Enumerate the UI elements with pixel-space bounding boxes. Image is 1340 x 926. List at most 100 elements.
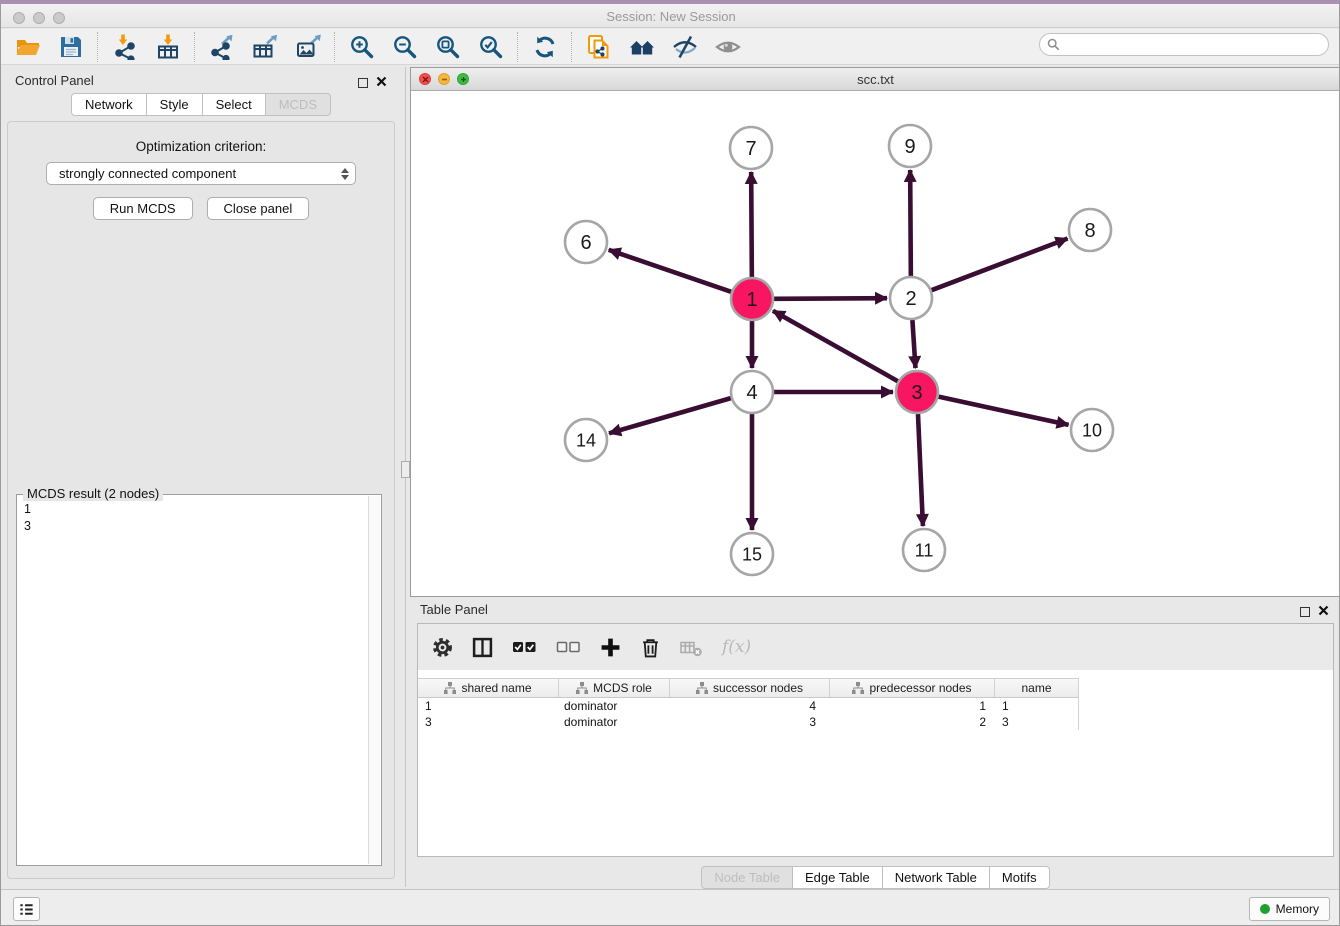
table-row[interactable]: 3 dominator 3 2 3 (418, 714, 1079, 730)
cell-mcds-role: dominator (559, 714, 670, 730)
edge-2-3[interactable] (912, 320, 915, 368)
edge-3-10[interactable] (938, 397, 1068, 425)
column-header-successor-nodes[interactable]: successor nodes (670, 679, 830, 697)
node-table-container: f(x) shared name MCDS role successor nod… (417, 623, 1334, 857)
table-row[interactable]: 1 dominator 4 1 1 (418, 698, 1079, 714)
select-all-icon[interactable] (512, 638, 537, 656)
edge-3-1[interactable] (773, 311, 898, 381)
show-eye-icon[interactable] (714, 33, 741, 60)
edge-1-7[interactable] (751, 172, 752, 277)
zoom-out-icon[interactable] (391, 33, 418, 60)
close-table-panel-icon[interactable] (1318, 603, 1329, 621)
graph-node-label-3: 3 (911, 382, 922, 404)
graph-node-label-6: 6 (580, 232, 591, 254)
select-stepper-icon (341, 168, 349, 180)
column-header-mcds-role[interactable]: MCDS role (559, 679, 670, 697)
cell-predecessor-nodes: 2 (830, 714, 995, 730)
graph-node-label-2: 2 (905, 288, 916, 310)
float-panel-icon[interactable] (358, 78, 368, 88)
function-builder-icon[interactable]: f(x) (722, 637, 751, 657)
table-panel-title: Table Panel (420, 602, 488, 617)
tab-node-table[interactable]: Node Table (701, 866, 793, 889)
zoom-in-icon[interactable] (348, 33, 375, 60)
graph-node-label-1: 1 (746, 289, 757, 311)
criterion-select[interactable]: strongly connected component (46, 162, 356, 185)
main-titlebar: Session: New Session (1, 1, 1340, 28)
column-header-name[interactable]: name (995, 679, 1079, 697)
table-toolbar: f(x) (418, 624, 1333, 670)
refresh-icon[interactable] (531, 33, 558, 60)
control-panel: Control Panel Network Style Select MCDS … (1, 67, 401, 887)
status-bar: Memory (1, 889, 1340, 926)
search-field[interactable] (1039, 33, 1329, 56)
graph-node-label-10: 10 (1082, 421, 1102, 441)
tab-motifs[interactable]: Motifs (990, 866, 1050, 889)
delete-table-icon[interactable] (680, 638, 703, 657)
graph-node-label-7: 7 (745, 138, 756, 160)
table-tabs: Node Table Edge Table Network Table Moti… (410, 866, 1340, 889)
edge-1-2[interactable] (774, 298, 887, 299)
column-header-predecessor-nodes[interactable]: predecessor nodes (830, 679, 995, 697)
result-scrollbar[interactable] (368, 496, 380, 864)
add-column-icon[interactable] (600, 637, 621, 658)
network-file-title: scc.txt (411, 72, 1340, 87)
session-title: Session: New Session (1, 9, 1340, 24)
home-apps-icon[interactable] (628, 33, 655, 60)
hide-eye-icon[interactable] (671, 33, 698, 60)
open-session-icon[interactable] (14, 33, 41, 60)
edge-2-8[interactable] (932, 239, 1068, 291)
tab-edge-table[interactable]: Edge Table (793, 866, 883, 889)
cell-name: 3 (995, 714, 1079, 730)
tab-select[interactable]: Select (203, 93, 266, 116)
export-network-icon[interactable] (208, 33, 235, 60)
search-input[interactable] (1060, 35, 1328, 54)
graph-node-label-8: 8 (1084, 220, 1095, 242)
main-toolbar (1, 29, 1340, 65)
import-table-icon[interactable] (154, 33, 181, 60)
run-mcds-button[interactable]: Run MCDS (93, 197, 193, 220)
task-history-button[interactable] (13, 897, 40, 921)
splitter-handle[interactable] (401, 461, 410, 478)
graph-node-label-4: 4 (746, 382, 757, 404)
memory-button[interactable]: Memory (1249, 897, 1330, 921)
delete-column-trash-icon[interactable] (640, 637, 661, 658)
network-graph[interactable]: 7968124314101511 (411, 91, 1340, 596)
column-header-shared-name[interactable]: shared name (418, 679, 559, 697)
cell-shared-name: 1 (418, 698, 559, 714)
column-type-icon (444, 682, 456, 694)
edge-3-11[interactable] (918, 414, 923, 526)
table-header-row: shared name MCDS role successor nodes pr… (418, 678, 1079, 698)
optimization-criterion-label: Optimization criterion: (8, 139, 394, 154)
zoom-selected-icon[interactable] (477, 33, 504, 60)
zoom-fit-icon[interactable] (434, 33, 461, 60)
edge-2-9[interactable] (910, 170, 911, 276)
column-type-icon (852, 682, 864, 694)
close-panel-icon[interactable] (376, 74, 387, 92)
save-session-icon[interactable] (57, 33, 84, 60)
table-settings-gear-icon[interactable] (432, 637, 453, 658)
tab-network-table[interactable]: Network Table (883, 866, 990, 889)
criterion-value: strongly connected component (59, 166, 236, 181)
search-icon (1047, 38, 1060, 51)
application-window: Session: New Session (0, 0, 1340, 926)
tab-style[interactable]: Style (147, 93, 203, 116)
network-canvas[interactable]: 7968124314101511 (411, 91, 1340, 596)
cell-successor-nodes: 4 (670, 698, 830, 714)
mcds-result-box: MCDS result (2 nodes) 1 3 (16, 494, 382, 866)
import-network-icon[interactable] (111, 33, 138, 60)
graph-node-label-11: 11 (915, 541, 934, 561)
show-columns-icon[interactable] (472, 637, 493, 658)
network-window-titlebar: scc.txt (411, 68, 1340, 91)
close-panel-button[interactable]: Close panel (207, 197, 310, 220)
clone-network-icon[interactable] (585, 33, 612, 60)
export-table-icon[interactable] (251, 33, 278, 60)
tab-mcds[interactable]: MCDS (266, 93, 331, 116)
export-image-icon[interactable] (294, 33, 321, 60)
mcds-result-list: 1 3 (17, 499, 367, 863)
float-table-panel-icon[interactable] (1300, 607, 1310, 617)
edge-4-14[interactable] (609, 398, 731, 433)
tab-network[interactable]: Network (71, 93, 147, 116)
edge-1-6[interactable] (609, 250, 731, 292)
deselect-all-icon[interactable] (556, 638, 581, 656)
cell-shared-name: 3 (418, 714, 559, 730)
